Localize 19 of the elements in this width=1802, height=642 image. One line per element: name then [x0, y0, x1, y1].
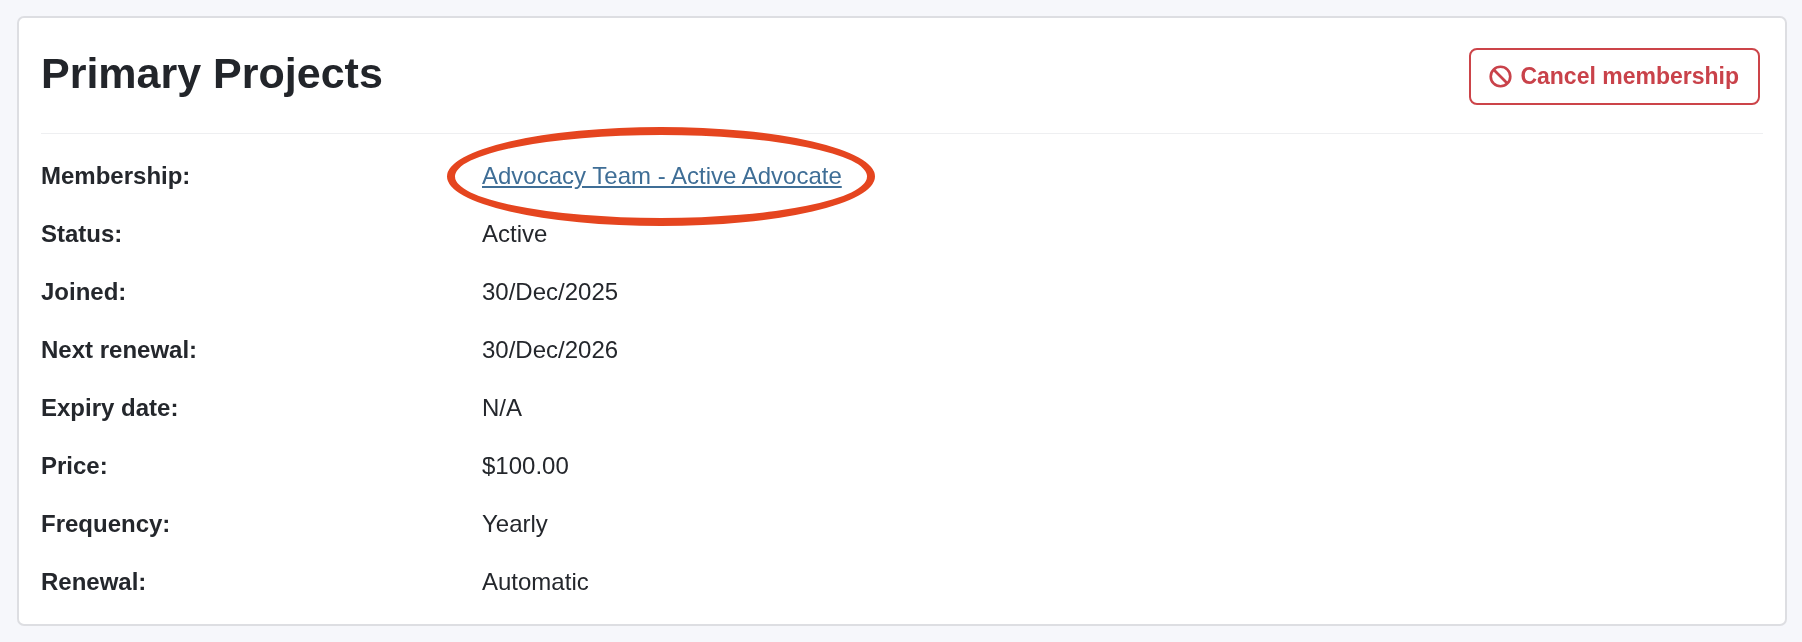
field-value: Active — [482, 220, 548, 247]
membership-link[interactable]: Advocacy Team - Active Advocate — [482, 162, 842, 189]
field-label: Renewal: — [41, 568, 148, 596]
prohibited-icon — [1489, 65, 1513, 88]
field-label: Membership: — [41, 162, 192, 190]
field-value: 30/Dec/2025 — [482, 278, 619, 305]
card-title: Primary Projects — [41, 49, 383, 98]
field-value: Automatic — [482, 568, 589, 595]
field-label: Next renewal: — [41, 336, 199, 364]
field-value: N/A — [482, 394, 522, 421]
field-value: Yearly — [482, 510, 548, 537]
field-value: 30/Dec/2026 — [482, 336, 619, 363]
field-label: Expiry date: — [41, 394, 180, 422]
field-label: Status: — [41, 220, 124, 248]
cancel-membership-button[interactable]: Cancel membership — [1469, 48, 1760, 105]
field-label: Frequency: — [41, 510, 172, 538]
field-label: Joined: — [41, 278, 128, 306]
field-label: Price: — [41, 452, 109, 480]
field-value: $100.00 — [482, 452, 569, 479]
